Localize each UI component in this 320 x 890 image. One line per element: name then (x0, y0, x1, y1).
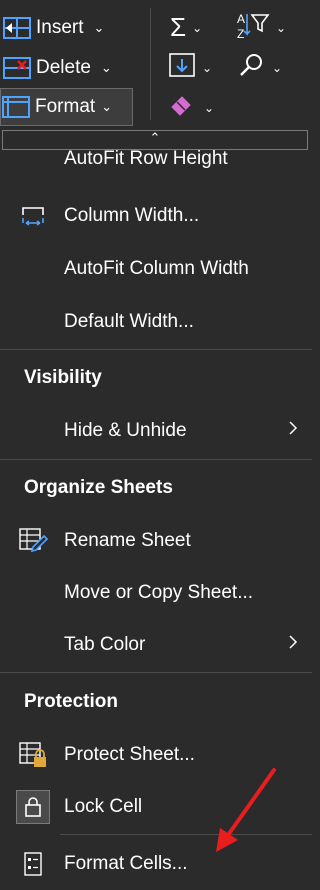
chevron-down-icon: ⌄ (192, 20, 203, 35)
sort-filter-icon: A Z (236, 10, 270, 45)
chevron-down-icon: ⌄ (100, 60, 112, 75)
menu-item-rename-sheet[interactable]: Rename Sheet (0, 515, 312, 567)
chevron-down-icon: ⌄ (276, 20, 287, 35)
menu-item-label: Protect Sheet... (64, 744, 195, 765)
insert-button[interactable]: Insert ⌄ (2, 10, 104, 46)
format-cells-icon (1, 92, 31, 122)
search-icon (238, 52, 266, 83)
menu-item-column-width[interactable]: Column Width... (0, 190, 312, 242)
svg-text:Z: Z (237, 27, 244, 40)
clear-button[interactable]: ⌄ (168, 92, 214, 123)
menu-item-label: Default Width... (64, 311, 194, 332)
menu-item-label: Lock Cell (64, 796, 143, 817)
menu-item-autofit-row-height[interactable]: AutoFit Row Height (0, 133, 312, 185)
ribbon-divider (150, 8, 151, 120)
ribbon-cells-group: Insert ⌄ Delete ⌄ Format ⌄ Σ ⌄ A Z ⌄ ⌄ ⌄… (0, 0, 312, 128)
eraser-icon (168, 92, 198, 123)
menu-item-label: Hide & Unhide (64, 420, 187, 441)
chevron-right-icon (288, 420, 298, 442)
section-header-organize-sheets: Organize Sheets (24, 477, 173, 498)
delete-button[interactable]: Delete ⌄ (2, 50, 112, 86)
svg-text:A: A (237, 12, 245, 26)
chevron-down-icon: ⌄ (272, 60, 283, 75)
menu-item-label: Format Cells... (64, 853, 188, 874)
menu-item-label: Column Width... (64, 205, 200, 226)
autosum-button[interactable]: Σ ⌄ (170, 12, 202, 43)
fill-down-icon (168, 52, 196, 83)
menu-divider (0, 459, 312, 460)
menu-item-label: Rename Sheet (64, 530, 191, 551)
format-cells-dialog-icon (18, 849, 48, 879)
chevron-down-icon: ⌄ (204, 100, 215, 115)
format-button[interactable]: Format ⌄ (0, 88, 133, 126)
menu-divider (0, 349, 312, 350)
chevron-down-icon: ⌄ (101, 99, 113, 114)
menu-item-default-width[interactable]: Default Width... (0, 296, 312, 348)
menu-item-label: AutoFit Row Height (64, 148, 228, 169)
menu-item-move-copy-sheet[interactable]: Move or Copy Sheet... (0, 567, 312, 619)
menu-item-autofit-column-width[interactable]: AutoFit Column Width (0, 243, 312, 295)
menu-item-label: Tab Color (64, 634, 146, 655)
delete-label: Delete (36, 57, 91, 78)
sort-filter-button[interactable]: A Z ⌄ (236, 10, 286, 45)
fill-button[interactable]: ⌄ (168, 52, 212, 83)
red-arrow-annotation (216, 768, 276, 852)
rename-sheet-icon (18, 526, 48, 556)
chevron-down-icon: ⌄ (202, 60, 213, 75)
column-width-icon (18, 201, 48, 231)
format-label: Format (35, 96, 96, 117)
chevron-right-icon (288, 634, 298, 656)
menu-divider (0, 672, 312, 673)
menu-item-hide-unhide[interactable]: Hide & Unhide (0, 405, 312, 457)
protect-sheet-icon (18, 740, 48, 770)
menu-item-tab-color[interactable]: Tab Color (0, 619, 312, 671)
menu-item-label: Move or Copy Sheet... (64, 582, 254, 603)
section-header-visibility: Visibility (24, 367, 102, 388)
insert-cells-icon (2, 13, 32, 43)
delete-cells-icon (2, 53, 32, 83)
section-header-protection: Protection (24, 691, 118, 712)
find-select-button[interactable]: ⌄ (238, 52, 282, 83)
chevron-down-icon: ⌄ (93, 20, 105, 35)
insert-label: Insert (36, 17, 84, 38)
lock-icon (16, 790, 50, 824)
menu-item-label: AutoFit Column Width (64, 258, 249, 279)
sigma-icon: Σ (170, 12, 187, 42)
